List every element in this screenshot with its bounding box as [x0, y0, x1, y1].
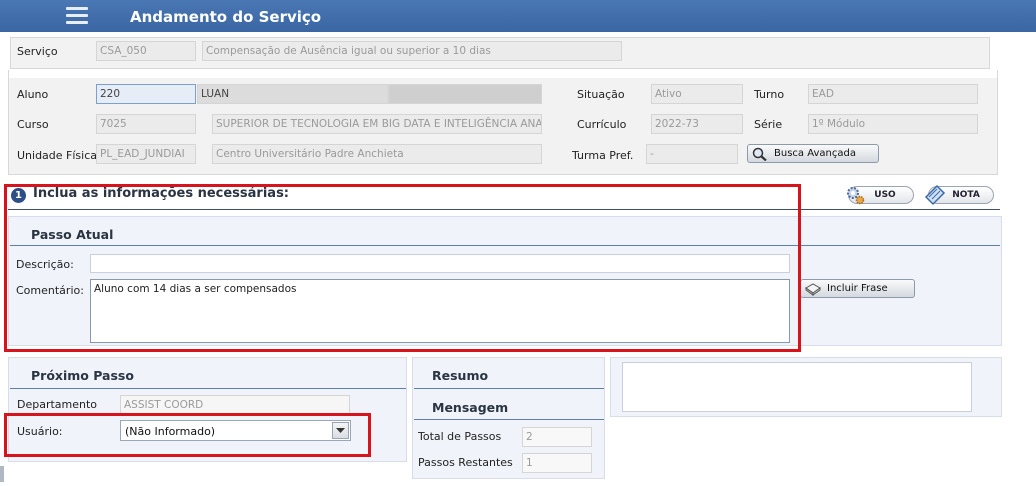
- passos-restantes-label: Passos Restantes: [418, 456, 513, 469]
- turma-label: Turma Pref.: [572, 149, 634, 162]
- serie-field: 1º Módulo: [808, 114, 978, 134]
- side-handle[interactable]: [0, 466, 4, 482]
- turma-field: -: [646, 144, 738, 164]
- uso-label: USO: [874, 190, 896, 200]
- service-code-field: CSA_050: [96, 41, 196, 61]
- passos-restantes-field: 1: [522, 453, 592, 473]
- aluno-label: Aluno: [17, 88, 49, 101]
- nota-button[interactable]: NOTA: [924, 184, 994, 206]
- mensagem-divider: [414, 419, 604, 420]
- gears-icon: [845, 184, 867, 209]
- turno-label: Turno: [754, 88, 785, 101]
- unidade-name-field: Centro Universitário Padre Anchieta: [212, 144, 542, 164]
- curriculo-field: 2022-73: [651, 114, 743, 134]
- service-name-field: Compensação de Ausência igual ou superio…: [202, 41, 622, 61]
- panel-gap: [8, 70, 998, 78]
- departamento-field: ASSIST COORD: [120, 395, 350, 415]
- usuario-select-value: (Não Informado): [125, 425, 216, 438]
- busca-avancada-label: Busca Avançada: [774, 148, 856, 159]
- total-passos-label: Total de Passos: [418, 430, 502, 443]
- message-area[interactable]: [622, 362, 972, 412]
- top-bar: Andamento do Serviço: [0, 0, 1036, 32]
- menu-icon[interactable]: [66, 7, 88, 25]
- curso-code-field: 7025: [96, 114, 196, 134]
- turno-field: EAD: [808, 84, 978, 104]
- situacao-field: Ativo: [651, 84, 743, 104]
- uso-button[interactable]: USO: [847, 186, 914, 205]
- incluir-frase-button[interactable]: Incluir Frase: [800, 279, 915, 298]
- service-label: Serviço: [17, 45, 58, 58]
- usuario-select[interactable]: (Não Informado): [120, 420, 351, 441]
- passo-atual-divider: [10, 245, 1000, 246]
- situacao-label: Situação: [577, 88, 625, 101]
- mensagem-title: Mensagem: [432, 400, 509, 415]
- book-icon: [805, 282, 821, 296]
- proximo-passo-divider: [10, 388, 406, 389]
- resumo-divider: [414, 388, 604, 389]
- step-divider: [8, 209, 1000, 210]
- passo-atual-title: Passo Atual: [31, 227, 114, 242]
- serie-label: Série: [754, 118, 783, 131]
- busca-avancada-button[interactable]: Busca Avançada: [747, 144, 879, 163]
- chevron-down-icon[interactable]: [332, 422, 349, 439]
- resumo-title: Resumo: [432, 368, 489, 383]
- unidade-code-field: PL_EAD_JUNDIAI: [96, 144, 196, 164]
- descricao-label: Descrição:: [16, 258, 74, 271]
- total-passos-field: 2: [522, 427, 592, 447]
- proximo-passo-title: Próximo Passo: [31, 368, 134, 383]
- page-title: Andamento do Serviço: [130, 8, 322, 26]
- aluno-name-field: LUAN: [197, 84, 542, 104]
- unidade-label: Unidade Física: [17, 149, 98, 162]
- note-icon: [923, 183, 947, 210]
- step-heading: Inclua as informações necessárias:: [33, 186, 290, 201]
- curriculo-label: Currículo: [577, 118, 627, 131]
- curso-label: Curso: [17, 118, 49, 131]
- usuario-label: Usuário:: [17, 425, 63, 438]
- comentario-textarea[interactable]: Aluno com 14 dias a ser compensados: [90, 279, 790, 343]
- incluir-frase-label: Incluir Frase: [827, 283, 888, 294]
- aluno-code-input[interactable]: 220: [96, 84, 196, 104]
- departamento-label: Departamento: [17, 398, 98, 411]
- magnifier-icon: [752, 147, 768, 161]
- descricao-input[interactable]: [90, 254, 790, 273]
- nota-label: NOTA: [952, 190, 980, 200]
- step-badge: 1: [11, 188, 26, 203]
- curso-name-field: SUPERIOR DE TECNOLOGIA EM BIG DATA E INT…: [212, 114, 542, 134]
- comentario-label: Comentário:: [16, 284, 84, 297]
